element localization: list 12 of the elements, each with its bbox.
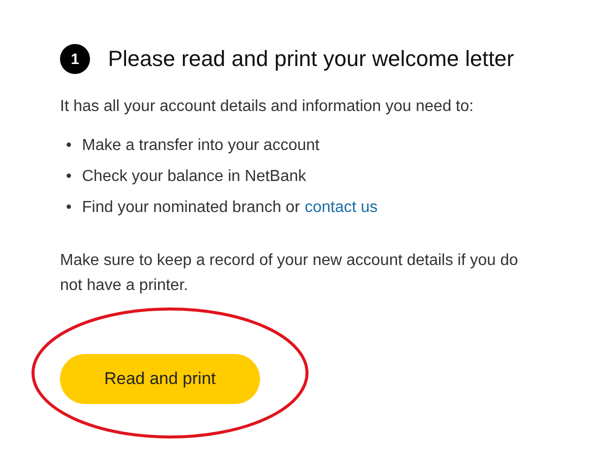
- bullet-item: Make a transfer into your account: [82, 136, 320, 156]
- step-title: Please read and print your welcome letter: [108, 46, 514, 72]
- step-number: 1: [60, 44, 90, 74]
- contact-link[interactable]: contact us: [304, 199, 378, 216]
- note-text: Make sure to keep a record of your new account details if you do not have a printer.: [60, 251, 520, 296]
- bullet-marker: •: [66, 167, 73, 187]
- bullet-marker: •: [66, 136, 73, 156]
- read-print-button[interactable]: Read and print: [60, 354, 260, 404]
- bullet-marker: •: [66, 198, 73, 218]
- intro-text: It has all your account details and information you need to:: [60, 98, 475, 116]
- bullet-item: Check your balance in NetBank: [82, 167, 306, 187]
- bullet-item: Find your nominated branch or contact us: [82, 198, 378, 218]
